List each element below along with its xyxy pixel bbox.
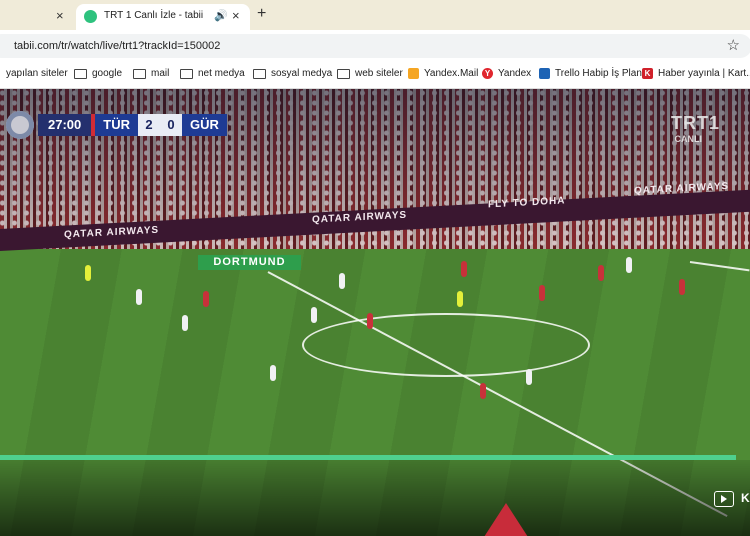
channel-live-label: CANLI (674, 134, 703, 144)
player-white (136, 289, 142, 305)
player-white (311, 307, 317, 323)
bookmark-web-siteler[interactable]: web siteler (337, 68, 403, 79)
player-controls-overlay (0, 460, 750, 536)
tab-active[interactable]: TRT 1 Canlı İzle - tabii 🔊 × (76, 4, 250, 30)
channel-logo: TRT1 (671, 113, 720, 133)
player-red (367, 313, 373, 329)
trello-logo-icon (539, 68, 550, 79)
folder-icon (253, 68, 266, 79)
player-red (598, 265, 604, 281)
bookmark-yandex-mail[interactable]: Yandex.Mail (408, 68, 478, 79)
envelope-icon (408, 68, 419, 79)
player-white (339, 273, 345, 289)
folder-icon (180, 68, 193, 79)
close-tab-icon[interactable]: × (232, 8, 240, 23)
url-text[interactable]: tabii.com/tr/watch/live/trt1?trackId=150… (14, 40, 220, 52)
yandex-logo-icon: Y (482, 68, 493, 79)
player-red (480, 383, 486, 399)
address-bar[interactable]: tabii.com/tr/watch/live/trt1?trackId=150… (0, 34, 750, 58)
match-time: 27:00 (38, 114, 92, 136)
bookmark-google[interactable]: google (74, 68, 122, 79)
goalkeeper (457, 291, 463, 307)
euro-logo-icon (6, 111, 34, 139)
close-tab-icon[interactable]: × (56, 8, 64, 23)
home-team: TÜR (95, 114, 138, 136)
player-red (539, 285, 545, 301)
folder-icon (133, 68, 146, 79)
bookmarks-bar: yapılan siteler google mail net medya so… (0, 62, 750, 89)
folder-icon (337, 68, 350, 79)
player-label: K (741, 491, 750, 505)
player-red (461, 261, 467, 277)
folder-icon (74, 68, 87, 79)
tab-strip: × TRT 1 Canlı İzle - tabii 🔊 × + (0, 0, 750, 30)
tab-title: TRT 1 Canlı İzle - tabii (104, 10, 204, 21)
bookmark-star-icon[interactable]: ☆ (727, 36, 740, 54)
ad-text-left: QATAR AIRWAYS (64, 224, 160, 241)
home-score: 2 (137, 114, 160, 136)
bookmark-yandex[interactable]: Y Yandex (482, 68, 531, 79)
k-logo-icon: K (642, 68, 653, 79)
new-tab-button[interactable]: + (257, 5, 266, 23)
scoreboard: 27:00 TÜR 2 0 GÜR (6, 111, 227, 139)
browser-toolbar: tabii.com/tr/watch/live/trt1?trackId=150… (0, 30, 750, 62)
away-score: 0 (159, 114, 182, 136)
tabii-favicon-icon (84, 10, 97, 23)
player-white (270, 365, 276, 381)
play-icon[interactable] (714, 491, 734, 507)
ad-text-middle: QATAR AIRWAYS (312, 209, 408, 226)
bookmark-trello[interactable]: Trello Habip İş Planı (539, 68, 645, 79)
bookmark-mail[interactable]: mail (133, 68, 169, 79)
player-white (182, 315, 188, 331)
bookmark-net-medya[interactable]: net medya (180, 68, 245, 79)
away-team: GÜR (181, 114, 227, 136)
venue-board: DORTMUND (198, 255, 301, 270)
progress-bar[interactable] (0, 455, 736, 460)
player-white (626, 257, 632, 273)
player-red (679, 279, 685, 295)
player-red (203, 291, 209, 307)
brand-triangle-icon (484, 503, 528, 536)
video-player[interactable]: QATAR AIRWAYS QATAR AIRWAYS FLY TO DOHA … (0, 89, 750, 536)
player-white (526, 369, 532, 385)
bookmark-yapilan-siteler[interactable]: yapılan siteler (6, 68, 68, 79)
bookmark-haber-yayinla[interactable]: K Haber yayınla | Kart... (642, 68, 750, 79)
tab-previous[interactable]: × (0, 4, 74, 30)
goalkeeper (85, 265, 91, 281)
bookmark-sosyal-medya[interactable]: sosyal medya (253, 68, 332, 79)
speaker-icon[interactable]: 🔊 (214, 9, 228, 22)
